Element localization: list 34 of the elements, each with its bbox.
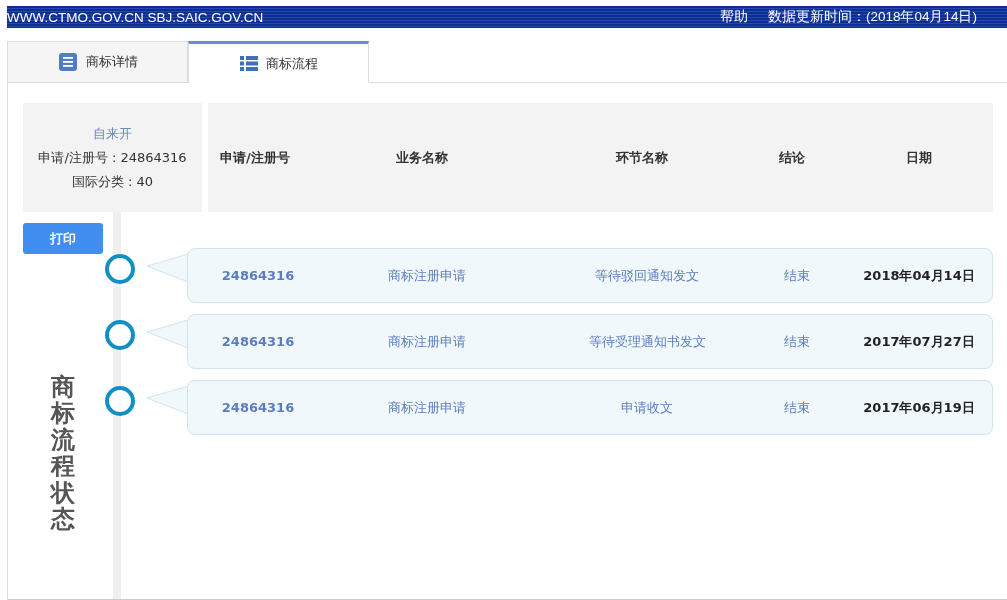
table-cell-text: 商标注册申请 [387, 398, 467, 417]
table-cell-text: 结束 [783, 332, 811, 351]
help-link[interactable]: 帮助 [719, 8, 748, 26]
column-header: 结论 [778, 148, 806, 167]
registration-number: 申请/注册号 : 24864316 [38, 148, 187, 167]
site-address: WWW.CTMO.GOV.CN SBJ.SAIC.GOV.CN [7, 9, 264, 25]
table-cell-text: 结束 [783, 398, 811, 417]
table-cell-text: 等待受理通知书发文 [587, 332, 707, 351]
table-cell-text: 2018年04月14日 [862, 266, 976, 285]
timeline-dot [105, 320, 135, 350]
column-header: 环节名称 [614, 148, 669, 167]
tab[interactable]: 商标流程 [188, 41, 369, 83]
column-header: 业务名称 [395, 148, 449, 167]
column-header: 日期 [904, 148, 933, 167]
table-cell-text: 24864316 [220, 334, 296, 349]
update-time: 数据更新时间：(2018年04月14日) [767, 8, 977, 26]
trademark-name: 自来开 [93, 124, 132, 143]
table-cell-text: 等待驳回通知发文 [594, 266, 700, 285]
table-cell-text: 结束 [783, 266, 811, 285]
table-cell-text: 商标注册申请 [387, 266, 467, 285]
table-cell-text: 24864316 [220, 400, 296, 415]
tab[interactable]: 商标详情 [7, 41, 188, 82]
column-header: 申请/注册号 [219, 148, 291, 167]
timeline-dot [105, 386, 135, 416]
document-icon [57, 52, 78, 72]
list-icon [239, 55, 258, 72]
table-cell-text: 商标注册申请 [387, 332, 467, 351]
class-number: 国际分类 : 40 [71, 172, 154, 191]
table-cell-text: 2017年06月19日 [862, 398, 976, 417]
table-cell-text: 24864316 [220, 268, 296, 283]
vertical-title: 商标流程状态 [51, 374, 75, 533]
table-cell-text: 申请收文 [620, 398, 674, 417]
table-cell-text: 2017年07月27日 [862, 332, 976, 351]
timeline-dot [105, 254, 135, 284]
